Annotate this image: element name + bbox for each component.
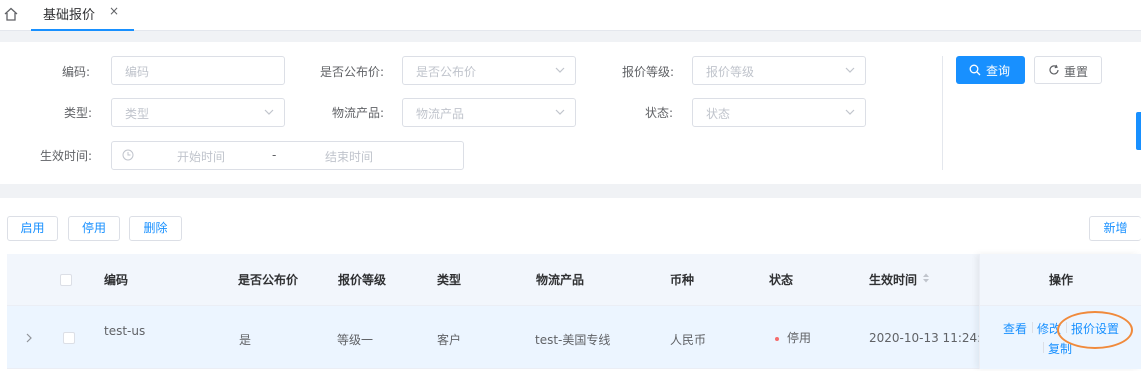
tab-basic-quote[interactable]: 基础报价 ×	[31, 0, 134, 31]
published-label: 是否公布价:	[320, 65, 385, 79]
code-label: 编码:	[62, 65, 91, 79]
status-dot	[775, 336, 779, 341]
highlight-annotation	[1057, 311, 1133, 349]
actions-header: 操作	[980, 254, 1141, 306]
action-separator	[1032, 322, 1033, 333]
cell-product: test-美国专线	[535, 333, 611, 347]
chevron-down-icon	[844, 106, 856, 118]
disable-button[interactable]: 停用	[68, 216, 120, 241]
col-level: 报价等级	[338, 273, 387, 287]
cell-currency: 人民币	[670, 333, 707, 347]
cell-published: 是	[239, 333, 252, 347]
col-effective[interactable]: 生效时间	[869, 271, 917, 288]
col-status: 状态	[769, 273, 794, 287]
level-label: 报价等级:	[622, 65, 675, 79]
cell-status: 停用	[775, 329, 811, 346]
col-actions: 操作	[1049, 273, 1074, 287]
effective-label: 生效时间:	[40, 149, 93, 163]
chevron-down-icon	[844, 64, 856, 76]
cell-code: test-us	[104, 324, 146, 338]
side-drawer-handle[interactable]	[1136, 112, 1141, 150]
range-separator: -	[272, 148, 277, 162]
refresh-icon	[1049, 64, 1059, 75]
status-label: 状态:	[645, 106, 674, 120]
product-label: 物流产品:	[332, 106, 385, 120]
code-placeholder: 编码	[125, 65, 150, 79]
effective-date-range[interactable]: 开始时间 - 结束时间	[111, 141, 464, 170]
status-placeholder: 状态	[706, 107, 731, 121]
published-placeholder: 是否公布价	[416, 65, 477, 79]
col-type: 类型	[437, 273, 462, 287]
action-separator	[1043, 342, 1044, 353]
cell-level: 等级一	[337, 333, 374, 347]
status-select[interactable]: 状态	[692, 98, 866, 127]
reset-label: 重置	[1064, 65, 1089, 79]
enable-button[interactable]: 启用	[7, 216, 58, 241]
query-label: 查询	[986, 64, 1011, 78]
col-product: 物流产品	[536, 273, 585, 287]
chevron-down-icon	[554, 64, 566, 76]
close-icon[interactable]: ×	[109, 4, 119, 18]
end-date-placeholder: 结束时间	[325, 150, 374, 164]
col-published: 是否公布价	[238, 273, 299, 287]
query-button[interactable]: 查询	[956, 56, 1025, 84]
row-checkbox[interactable]	[63, 332, 75, 344]
actions-column: 操作 查看 修改 报价设置 复制	[979, 254, 1141, 369]
delete-button[interactable]: 删除	[129, 216, 182, 241]
level-placeholder: 报价等级	[706, 65, 755, 79]
start-date-placeholder: 开始时间	[177, 150, 226, 164]
product-select[interactable]: 物流产品	[402, 98, 576, 127]
code-input[interactable]: 编码	[111, 56, 285, 85]
view-link[interactable]: 查看	[1003, 320, 1027, 337]
table-row[interactable]: test-us 是 等级一 客户 test-美国专线 人民币 停用 2020-1…	[7, 306, 1141, 369]
add-button[interactable]: 新增	[1089, 216, 1141, 241]
filter-divider	[942, 56, 943, 170]
cell-effective: 2020-10-13 11:24:50	[869, 331, 997, 345]
published-select[interactable]: 是否公布价	[402, 56, 576, 85]
cell-type: 客户	[437, 333, 462, 347]
list-panel: 启用 停用 删除 新增 编码 是否公布价 报价等级 类型 物流产品 币种 状态 …	[0, 198, 1141, 371]
chevron-down-icon	[263, 106, 275, 118]
sort-icon[interactable]	[922, 272, 930, 287]
type-select[interactable]: 类型	[111, 98, 285, 127]
reset-button[interactable]: 重置	[1034, 56, 1102, 84]
quote-table: 编码 是否公布价 报价等级 类型 物流产品 币种 状态 生效时间 test-us…	[7, 254, 1141, 369]
type-placeholder: 类型	[125, 107, 150, 121]
level-select[interactable]: 报价等级	[692, 56, 866, 85]
product-placeholder: 物流产品	[416, 107, 465, 121]
home-icon[interactable]	[3, 6, 19, 22]
status-text: 停用	[787, 331, 812, 345]
col-currency: 币种	[670, 273, 695, 287]
select-all-checkbox[interactable]	[60, 274, 72, 286]
col-code: 编码	[104, 273, 129, 287]
tab-bar: 基础报价 ×	[0, 0, 1141, 31]
search-icon	[969, 64, 981, 76]
clock-icon	[122, 149, 134, 164]
type-label: 类型:	[64, 106, 93, 120]
expand-icon[interactable]	[25, 332, 33, 346]
tab-label: 基础报价	[43, 8, 96, 23]
chevron-down-icon	[554, 106, 566, 118]
table-header: 编码 是否公布价 报价等级 类型 物流产品 币种 状态 生效时间	[7, 254, 1141, 306]
filter-panel: 编码: 编码 是否公布价: 是否公布价 报价等级: 报价等级 类型: 类型 物流…	[0, 42, 1141, 184]
